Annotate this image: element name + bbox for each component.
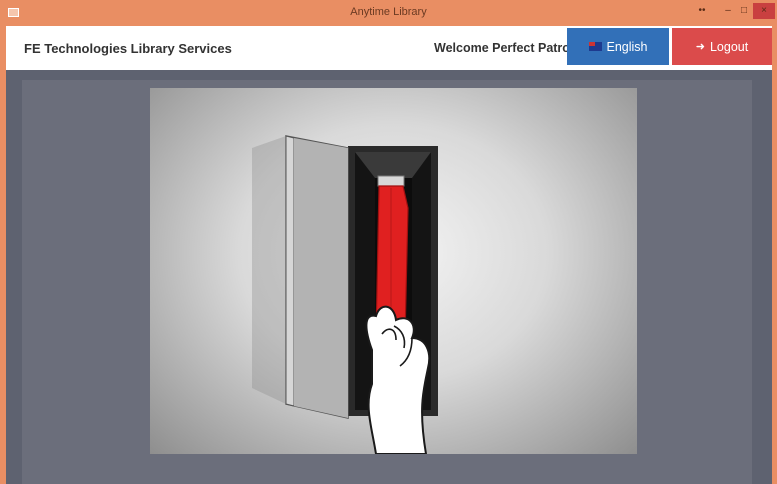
book-return-animation bbox=[150, 88, 637, 454]
return-illustration bbox=[252, 135, 438, 454]
window-border-right bbox=[772, 26, 777, 484]
window-extra-button[interactable]: •• bbox=[696, 3, 708, 19]
logout-icon: ➜ bbox=[695, 41, 705, 53]
window-border-left bbox=[0, 26, 6, 484]
window-maximize-button[interactable]: □ bbox=[737, 3, 751, 19]
window-close-button[interactable]: × bbox=[753, 3, 775, 19]
logout-button-label: Logout bbox=[709, 39, 749, 54]
logout-button[interactable]: ➜ Logout bbox=[672, 28, 772, 65]
language-button[interactable]: English bbox=[567, 28, 669, 65]
window-minimize-button[interactable]: – bbox=[721, 3, 735, 19]
australia-flag-icon bbox=[588, 42, 602, 51]
welcome-message: Welcome Perfect Patron bbox=[434, 41, 578, 55]
app-header: FE Technologies Library Services Welcome… bbox=[6, 26, 772, 70]
brand-title: FE Technologies Library Services bbox=[24, 41, 232, 56]
language-button-label: English bbox=[606, 39, 648, 54]
window-title: Anytime Library bbox=[350, 6, 427, 18]
window-titlebar[interactable]: Anytime Library •• – □ × bbox=[0, 0, 777, 26]
